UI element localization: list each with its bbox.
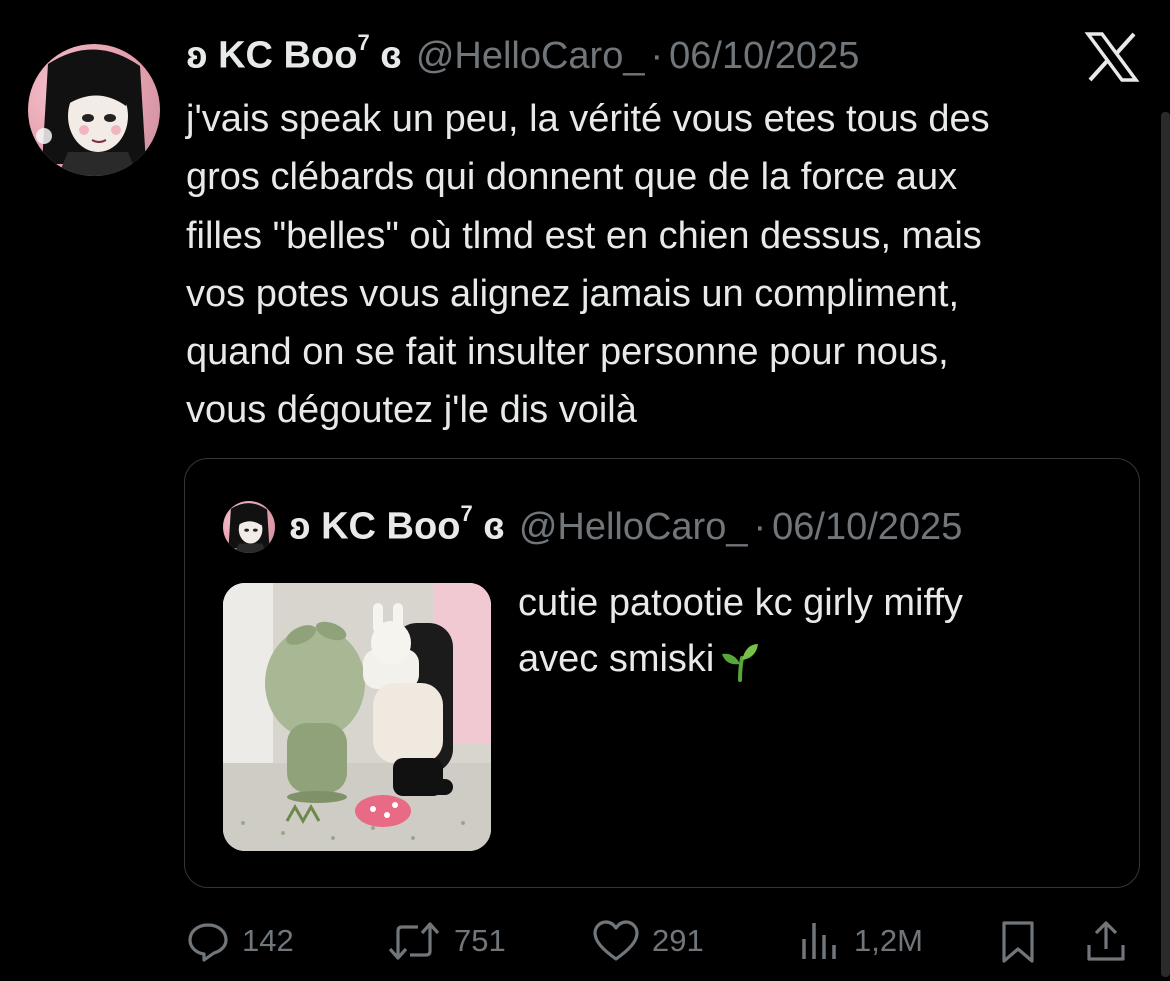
views-count: 1,2M xyxy=(854,923,923,958)
quoted-tweet-date[interactable]: 06/10/2025 xyxy=(772,506,962,549)
tweet-text-line: quand on se fait insulter personne pour … xyxy=(186,331,949,374)
quoted-text-line: avec smiski xyxy=(518,631,1118,687)
tweet-text-line: j'vais speak un peu, la vérité vous etes… xyxy=(186,98,990,140)
reply-count: 142 xyxy=(242,923,294,958)
tweet-text-line: vous dégoutez j'le dis voilà xyxy=(186,389,637,432)
retweet-button[interactable]: 751 xyxy=(386,916,506,966)
share-icon xyxy=(1084,919,1128,963)
quoted-display-name[interactable]: ʚ KC Boo7 ɞ xyxy=(289,501,505,549)
display-name[interactable]: ʚ KC Boo7 ɞ xyxy=(186,30,402,78)
user-handle[interactable]: @HelloCaro_ xyxy=(416,35,645,78)
like-count: 291 xyxy=(652,923,704,958)
quoted-user-handle[interactable]: @HelloCaro_ xyxy=(519,506,748,549)
quoted-text-line: cutie patootie kc girly miffy xyxy=(518,582,963,624)
retweet-count: 751 xyxy=(454,923,506,958)
seedling-emoji xyxy=(720,640,760,682)
scrollbar[interactable] xyxy=(1161,112,1170,977)
reply-button[interactable]: 142 xyxy=(186,916,294,966)
share-button[interactable] xyxy=(1084,916,1128,966)
like-button[interactable]: 291 xyxy=(592,916,704,966)
quoted-tweet-header: ʚ KC Boo7 ɞ @HelloCaro_ · 06/10/2025 xyxy=(223,499,962,555)
quoted-tweet-card[interactable]: ʚ KC Boo7 ɞ @HelloCaro_ · 06/10/2025 cut… xyxy=(184,458,1140,888)
bookmark-icon xyxy=(998,919,1038,963)
quoted-tweet-text: cutie patootie kc girly miffy avec smisk… xyxy=(518,575,1118,687)
tweet-text: j'vais speak un peu, la vérité vous etes… xyxy=(186,90,1146,440)
tweet-text-line: vos potes vous alignez jamais un complim… xyxy=(186,272,960,315)
tweet-text-line: filles "belles" où tlmd est en chien des… xyxy=(186,214,982,257)
action-bar: 142 751 291 1,2M xyxy=(186,916,1136,966)
tweet-header: ʚ KC Boo7 ɞ @HelloCaro_ · 06/10/2025 xyxy=(186,30,859,78)
quoted-tweet-photo[interactable] xyxy=(223,583,491,851)
x-logo-icon xyxy=(1084,32,1140,82)
separator: · xyxy=(650,34,664,77)
reply-icon xyxy=(186,919,230,963)
author-avatar[interactable] xyxy=(28,44,160,176)
tweet-date[interactable]: 06/10/2025 xyxy=(669,35,859,78)
tweet-text-line: gros clébards qui donnent que de la forc… xyxy=(186,156,958,199)
views-button[interactable]: 1,2M xyxy=(798,916,923,966)
heart-icon xyxy=(592,919,640,963)
quoted-author-avatar[interactable] xyxy=(223,501,275,553)
bookmark-button[interactable] xyxy=(998,916,1038,966)
retweet-icon xyxy=(386,919,442,963)
separator: · xyxy=(753,505,767,548)
views-icon xyxy=(798,919,842,963)
